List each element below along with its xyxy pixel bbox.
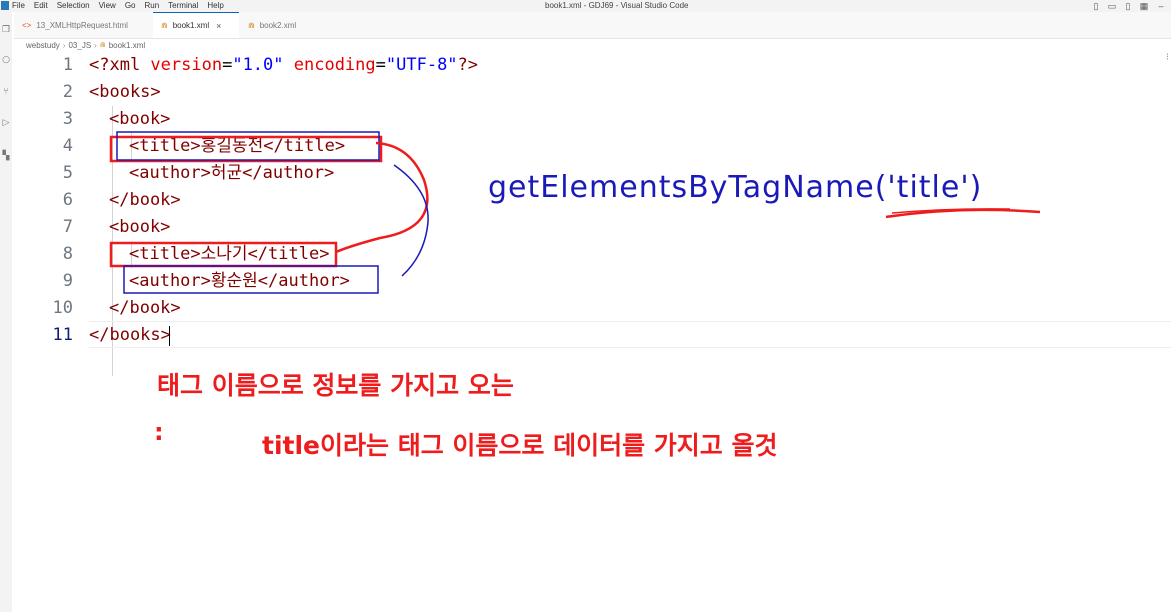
extensions-icon[interactable]: ▚ [0, 150, 12, 162]
xml-file-icon: ⋒ [161, 21, 168, 30]
line-number: 1 [62, 55, 73, 75]
tab-book1-xml[interactable]: ⋒ book1.xml × [153, 12, 239, 38]
xml-file-icon: ⋒ [248, 20, 255, 30]
code-text: <author>허균</author> [129, 163, 335, 183]
line-number: 3 [62, 109, 73, 129]
toggle-sidebar-icon[interactable]: ▯ [1089, 0, 1103, 12]
code-editor[interactable]: 1 <?xml version="1.0" encoding="UTF-8"?>… [14, 52, 1171, 612]
code-line-7: 7 <book> [14, 214, 1171, 241]
line-number: 4 [62, 136, 73, 156]
code-line-1: 1 <?xml version="1.0" encoding="UTF-8"?> [14, 52, 1171, 79]
line-number: 10 [52, 298, 73, 318]
tab-book2-xml[interactable]: ⋒ book2.xml [240, 12, 326, 38]
window-title: book1.xml - GDJ69 - Visual Studio Code [545, 1, 689, 10]
menu-view[interactable]: View [99, 0, 121, 11]
menu-selection[interactable]: Selection [57, 0, 95, 11]
minimize-icon[interactable]: – [1154, 0, 1168, 12]
line-number: 5 [62, 163, 73, 183]
menu-edit[interactable]: Edit [34, 0, 53, 11]
close-icon[interactable]: × [216, 21, 221, 31]
annotation-note-2: title이라는 태그 이름으로 데이터를 가지고 올것 [262, 431, 778, 460]
source-control-icon[interactable]: ⑂ [0, 86, 12, 98]
code-text: <books> [89, 82, 161, 102]
title-bar: File Edit Selection View Go Run Terminal… [0, 0, 1171, 12]
menu-run[interactable]: Run [144, 0, 164, 11]
code-line-4: 4 <title>홍길동전</title> [14, 133, 1171, 160]
explorer-icon[interactable]: ❐ [0, 24, 12, 36]
line-number: 2 [62, 82, 73, 102]
code-line-8: 8 <title>소나기</title> [14, 241, 1171, 268]
breadcrumb-item[interactable]: book1.xml [109, 41, 145, 50]
toggle-panel-icon[interactable]: ▭ [1105, 0, 1119, 12]
chevron-right-icon: › [62, 40, 66, 50]
code-text: </books> [89, 325, 171, 345]
run-debug-icon[interactable]: ▷ [0, 117, 12, 129]
breadcrumb: webstudy › 03_JS › ⋒ book1.xml [26, 39, 145, 51]
menu-go[interactable]: Go [125, 0, 141, 11]
menu-file[interactable]: File [12, 0, 30, 11]
code-text: </book> [109, 298, 181, 318]
line-number: 6 [62, 190, 73, 210]
layout-icon[interactable]: ▦ [1137, 0, 1151, 12]
menu-bar: File Edit Selection View Go Run Terminal… [12, 0, 233, 11]
text-caret [169, 326, 170, 346]
code-text: </book> [109, 190, 181, 210]
breadcrumb-item[interactable]: 03_JS [68, 41, 91, 50]
tab-label: 13_XMLHttpRequest.html [36, 20, 128, 30]
line-number: 8 [62, 244, 73, 264]
code-text: <book> [109, 217, 171, 237]
code-text: <author>황순원</author> [129, 271, 350, 291]
tab-13-xmlhttprequest[interactable]: <> 13_XMLHttpRequest.html [14, 12, 152, 38]
code-line-9: 9 <author>황순원</author> [14, 268, 1171, 295]
code-line-3: 3 <book> [14, 106, 1171, 133]
code-text: <?xml version="1.0" encoding="UTF-8"?> [89, 55, 479, 75]
chevron-right-icon: › [94, 40, 97, 50]
breadcrumb-item[interactable]: webstudy [26, 41, 60, 50]
method-annotation: getElementsByTagName('title') [488, 170, 983, 205]
code-line-10: 10 </book> [14, 295, 1171, 322]
tab-label: book2.xml [259, 20, 297, 30]
vscode-logo-icon [1, 1, 9, 10]
line-number: 11 [52, 325, 73, 345]
code-text: <title>소나기</title> [129, 244, 330, 264]
code-line-2: 2 <books> [14, 79, 1171, 106]
tab-label: book1.xml [172, 21, 210, 30]
code-line-11: 11 </books> [14, 322, 1171, 349]
menu-terminal[interactable]: Terminal [168, 0, 203, 11]
annotation-note-1: 태그 이름으로 정보를 가지고 오는 [157, 371, 514, 400]
search-icon[interactable]: ○ [0, 54, 12, 66]
tab-bar: <> 13_XMLHttpRequest.html ⋒ book1.xml × … [14, 12, 1171, 39]
code-text: <book> [109, 109, 171, 129]
line-number: 9 [62, 271, 73, 291]
code-text: <title>홍길동전</title> [129, 136, 346, 156]
xml-file-icon: ⋒ [99, 42, 106, 49]
toggle-secondary-sidebar-icon[interactable]: ▯ [1121, 0, 1135, 12]
html-file-icon: <> [22, 20, 32, 30]
line-number: 7 [62, 217, 73, 237]
activity-bar: ❐ ○ ⑂ ▷ ▚ [0, 12, 12, 612]
annotation-colon: : [154, 418, 164, 446]
menu-help[interactable]: Help [207, 0, 228, 11]
